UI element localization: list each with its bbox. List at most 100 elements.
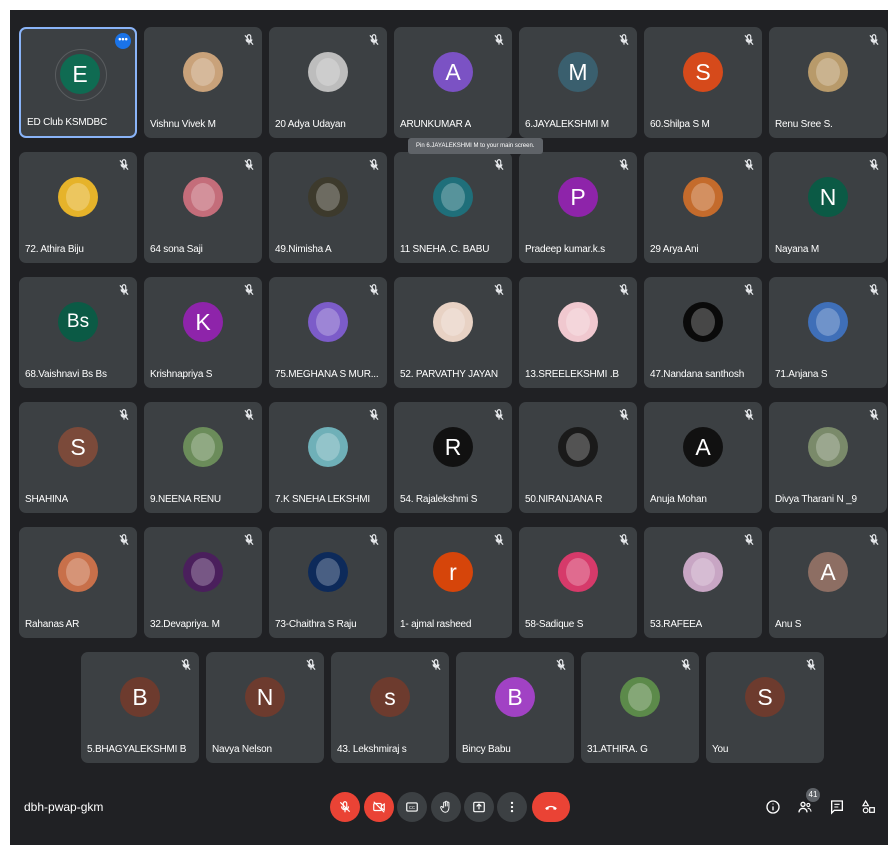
participant-tile[interactable]: 32.Devapriya. M xyxy=(144,527,262,638)
avatar-initial: N xyxy=(819,183,837,210)
pin-tooltip: Pin 6.JAYALEKSHMI M to your main screen. xyxy=(408,138,543,154)
activities-button[interactable] xyxy=(859,797,879,817)
participant-tile[interactable]: S 60.Shilpa S M xyxy=(644,27,762,138)
leave-call-button[interactable] xyxy=(532,792,570,822)
meet-window: E ED Club KSMDBC ••• Vishnu Vivek M 20 Adya … xyxy=(10,10,888,845)
participant-tile[interactable]: 11 SNEHA .C. BABU xyxy=(394,152,512,263)
participant-tile[interactable]: R 54. Rajalekshmi S xyxy=(394,402,512,513)
meeting-details-button[interactable] xyxy=(763,797,783,817)
participant-tile[interactable]: 50.NIRANJANA R xyxy=(519,402,637,513)
participant-name: Vishnu Vivek M xyxy=(150,119,216,130)
avatar-initial: N xyxy=(256,683,274,710)
participant-name: 9.NEENA RENU xyxy=(150,494,221,505)
participant-name: 47.Nandana santhosh xyxy=(650,369,745,380)
avatar xyxy=(558,427,598,467)
avatar: B xyxy=(120,677,160,717)
camera-button[interactable] xyxy=(364,792,394,822)
participant-tile[interactable]: B 5.BHAGYALEKSHMI B xyxy=(81,652,199,763)
avatar-initial: A xyxy=(695,433,711,460)
participant-name: 60.Shilpa S M xyxy=(650,119,710,130)
participant-tile[interactable]: 47.Nandana santhosh xyxy=(644,277,762,388)
participant-tile[interactable]: S SHAHINA xyxy=(19,402,137,513)
participant-tile[interactable]: Renu Sree S. xyxy=(769,27,887,138)
participant-name: 68.Vaishnavi Bs Bs xyxy=(25,369,107,380)
participant-tile[interactable]: P Pradeep kumar.k.s xyxy=(519,152,637,263)
participant-tile[interactable]: S You xyxy=(706,652,824,763)
participant-tile[interactable]: Bs 68.Vaishnavi Bs Bs xyxy=(19,277,137,388)
avatar: A xyxy=(433,52,473,92)
participant-tile[interactable]: Rahanas AR xyxy=(19,527,137,638)
mic-muted-icon xyxy=(242,33,256,47)
participant-tile[interactable]: r 1- ajmal rasheed xyxy=(394,527,512,638)
participant-name: Nayana M xyxy=(775,244,819,255)
participant-tile[interactable]: A ARUNKUMAR A xyxy=(394,27,512,138)
mic-muted-icon xyxy=(492,158,506,172)
participant-tile[interactable]: 49.Nimisha A xyxy=(269,152,387,263)
avatar-initial: A xyxy=(445,58,461,85)
avatar: N xyxy=(808,177,848,217)
participant-tile[interactable]: 58-Sadique S xyxy=(519,527,637,638)
chat-button[interactable] xyxy=(827,797,847,817)
participant-grid: E ED Club KSMDBC ••• Vishnu Vivek M 20 Adya … xyxy=(10,10,888,770)
participant-tile[interactable]: 75.MEGHANA S MUR... xyxy=(269,277,387,388)
avatar xyxy=(808,427,848,467)
mic-muted-icon xyxy=(742,283,756,297)
mic-muted-icon xyxy=(492,33,506,47)
participant-name: 29 Arya Ani xyxy=(650,244,699,255)
participant-name: 5.BHAGYALEKSHMI B xyxy=(87,744,187,755)
participant-tile[interactable]: 31.ATHIRA. G xyxy=(581,652,699,763)
more-options-icon[interactable]: ••• xyxy=(115,33,131,49)
microphone-button[interactable] xyxy=(330,792,360,822)
participant-tile[interactable]: 53.RAFEEA xyxy=(644,527,762,638)
mic-muted-icon xyxy=(742,33,756,47)
mic-muted-icon xyxy=(492,408,506,422)
more-options-button[interactable] xyxy=(497,792,527,822)
participant-name: 75.MEGHANA S MUR... xyxy=(275,369,379,380)
participant-name: Bincy Babu xyxy=(462,744,511,755)
avatar xyxy=(308,177,348,217)
participant-tile[interactable]: 52. PARVATHY JAYAN xyxy=(394,277,512,388)
participant-tile[interactable]: Vishnu Vivek M xyxy=(144,27,262,138)
participant-name: Navya Nelson xyxy=(212,744,272,755)
participant-tile[interactable]: 72. Athira Biju xyxy=(19,152,137,263)
participant-tile[interactable]: N Navya Nelson xyxy=(206,652,324,763)
participant-tile[interactable]: s 43. Lekshmiraj s xyxy=(331,652,449,763)
mic-muted-icon xyxy=(367,408,381,422)
mic-muted-icon xyxy=(492,283,506,297)
participant-tile[interactable]: 29 Arya Ani xyxy=(644,152,762,263)
participant-tile[interactable]: 9.NEENA RENU xyxy=(144,402,262,513)
participant-tile[interactable]: A Anuja Mohan xyxy=(644,402,762,513)
avatar: A xyxy=(683,427,723,467)
mic-muted-icon xyxy=(679,658,693,672)
participant-tile[interactable]: Divya Tharani N _9 xyxy=(769,402,887,513)
participant-tile[interactable]: E ED Club KSMDBC ••• xyxy=(19,27,137,138)
participant-tile[interactable]: 73-Chaithra S Raju xyxy=(269,527,387,638)
participant-tile[interactable]: K Krishnapriya S xyxy=(144,277,262,388)
avatar xyxy=(183,177,223,217)
svg-text:CC: CC xyxy=(409,805,415,810)
present-screen-button[interactable] xyxy=(464,792,494,822)
participant-tile[interactable]: 7.K SNEHA LEKSHMI xyxy=(269,402,387,513)
participant-tile[interactable]: N Nayana M xyxy=(769,152,887,263)
participant-name: 50.NIRANJANA R xyxy=(525,494,603,505)
avatar: N xyxy=(245,677,285,717)
captions-button[interactable]: CC xyxy=(397,792,427,822)
participant-tile[interactable]: B Bincy Babu xyxy=(456,652,574,763)
avatar: Bs xyxy=(58,302,98,342)
participant-tile[interactable]: 64 sona Saji xyxy=(144,152,262,263)
participant-tile[interactable]: 71.Anjana S xyxy=(769,277,887,388)
mic-muted-icon xyxy=(367,158,381,172)
participant-name: 71.Anjana S xyxy=(775,369,828,380)
hand-icon xyxy=(440,800,450,813)
raise-hand-button[interactable] xyxy=(431,792,461,822)
participant-tile[interactable]: M 6.JAYALEKSHMI M xyxy=(519,27,637,138)
meeting-code[interactable]: dbh-pwap-gkm xyxy=(24,800,103,814)
chat-icon xyxy=(831,800,843,815)
participant-tile[interactable]: 13.SREELEKSHMI .B xyxy=(519,277,637,388)
participant-name: 73-Chaithra S Raju xyxy=(275,619,357,630)
mic-muted-icon xyxy=(492,533,506,547)
more-vert-icon xyxy=(510,801,514,813)
participant-tile[interactable]: 20 Adya Udayan xyxy=(269,27,387,138)
avatar-initial: r xyxy=(449,558,457,585)
participant-tile[interactable]: A Anu S xyxy=(769,527,887,638)
